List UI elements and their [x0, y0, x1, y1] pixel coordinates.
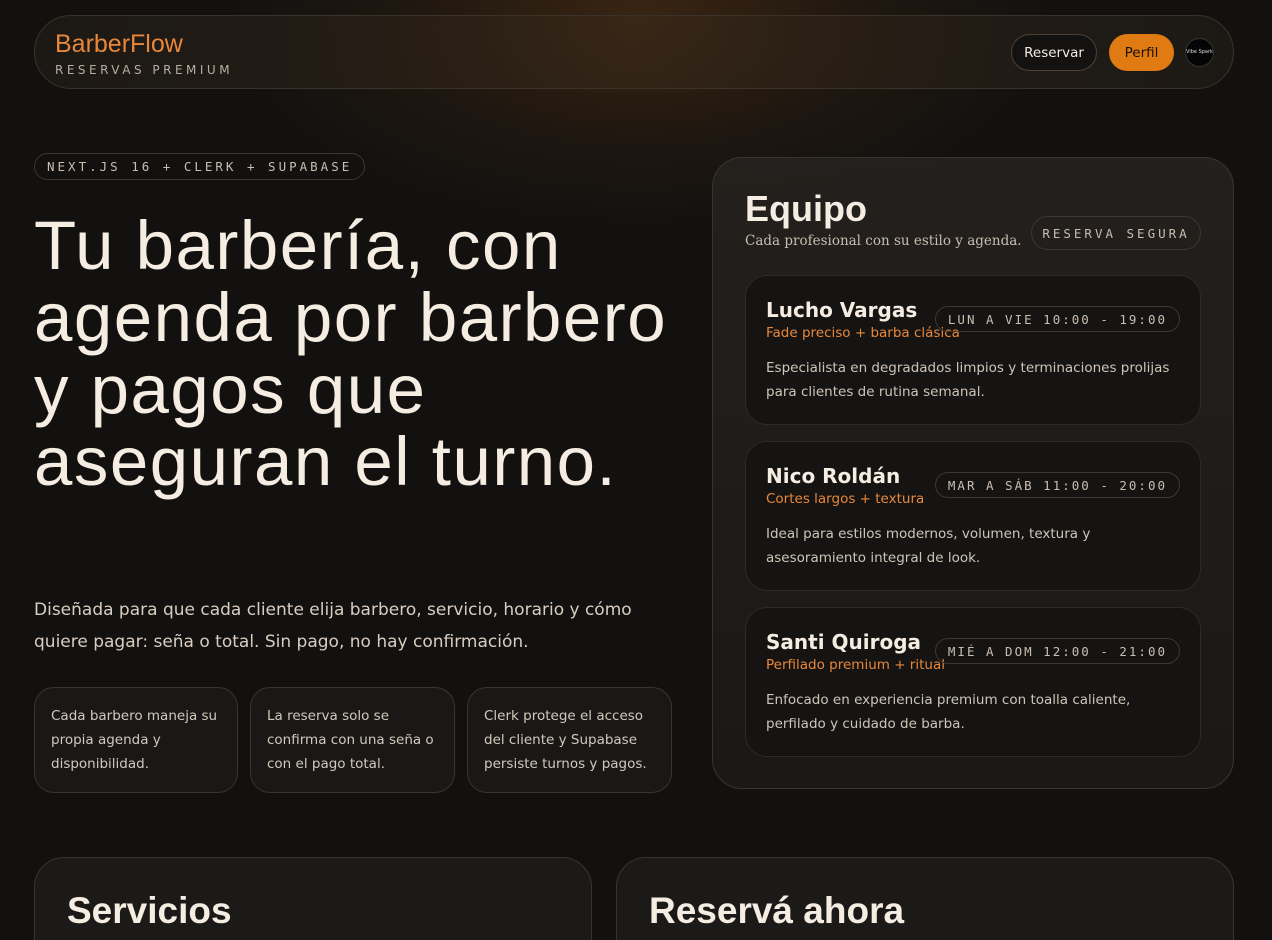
barber-description: Ideal para estilos modernos, volumen, te… [766, 526, 1091, 566]
feature-card-payment: La reserva solo se confirma con una seña… [250, 687, 455, 793]
user-avatar[interactable]: Vibe Spark [1185, 38, 1214, 67]
team-panel: Equipo Cada profesional con su estilo y … [712, 157, 1234, 789]
feature-text: Clerk protege el acceso del cliente y Su… [484, 708, 647, 772]
feature-text: La reserva solo se confirma con una seña… [267, 708, 434, 772]
barber-hours-badge: MIÉ A DOM 12:00 - 21:00 [934, 638, 1180, 664]
barber-card[interactable]: Nico Roldán Cortes largos + textura MAR … [745, 441, 1201, 591]
barber-name: Lucho Vargas [766, 298, 918, 322]
booking-title: Reservá ahora [649, 890, 905, 931]
barber-specialty: Fade preciso + barba clásica [766, 325, 960, 341]
booking-section: Reservá ahora [616, 857, 1234, 940]
hero-description: Diseñada para que cada cliente elija bar… [34, 600, 632, 652]
perfil-button[interactable]: Perfil [1109, 34, 1174, 71]
reservar-button[interactable]: Reservar [1011, 34, 1097, 71]
services-title: Servicios [67, 890, 232, 931]
feature-card-security: Clerk protege el acceso del cliente y Su… [467, 687, 672, 793]
barber-specialty: Perfilado premium + ritual [766, 657, 945, 673]
feature-card-agenda: Cada barbero maneja su propia agenda y d… [34, 687, 238, 793]
barber-name: Nico Roldán [766, 464, 901, 488]
brand-tagline: RESERVAS PREMIUM [55, 63, 234, 77]
barber-card[interactable]: Lucho Vargas Fade preciso + barba clásic… [745, 275, 1201, 425]
hero-title: Tu barbería, con agenda por barbero y pa… [34, 207, 668, 500]
barber-hours-badge: LUN A VIE 10:00 - 19:00 [934, 306, 1180, 332]
top-navbar: BarberFlow RESERVAS PREMIUM Reservar Per… [34, 15, 1234, 89]
tech-stack-badge: NEXT.JS 16 + CLERK + SUPABASE [34, 153, 366, 180]
barber-name: Santi Quiroga [766, 630, 922, 654]
barber-hours-badge: MAR A SÁB 11:00 - 20:00 [934, 472, 1180, 498]
services-section: Servicios [34, 857, 592, 940]
barber-description: Enfocado en experiencia premium con toal… [766, 692, 1131, 732]
feature-text: Cada barbero maneja su propia agenda y d… [51, 708, 218, 772]
barber-description: Especialista en degradados limpios y ter… [766, 360, 1170, 400]
team-subtitle: Cada profesional con su estilo y agenda. [745, 233, 1022, 249]
brand-logo-text[interactable]: BarberFlow [55, 30, 183, 59]
team-title: Equipo [745, 188, 867, 229]
secure-booking-badge: RESERVA SEGURA [1031, 216, 1201, 250]
barber-specialty: Cortes largos + textura [766, 491, 925, 507]
barber-card[interactable]: Santi Quiroga Perfilado premium + ritual… [745, 607, 1201, 757]
